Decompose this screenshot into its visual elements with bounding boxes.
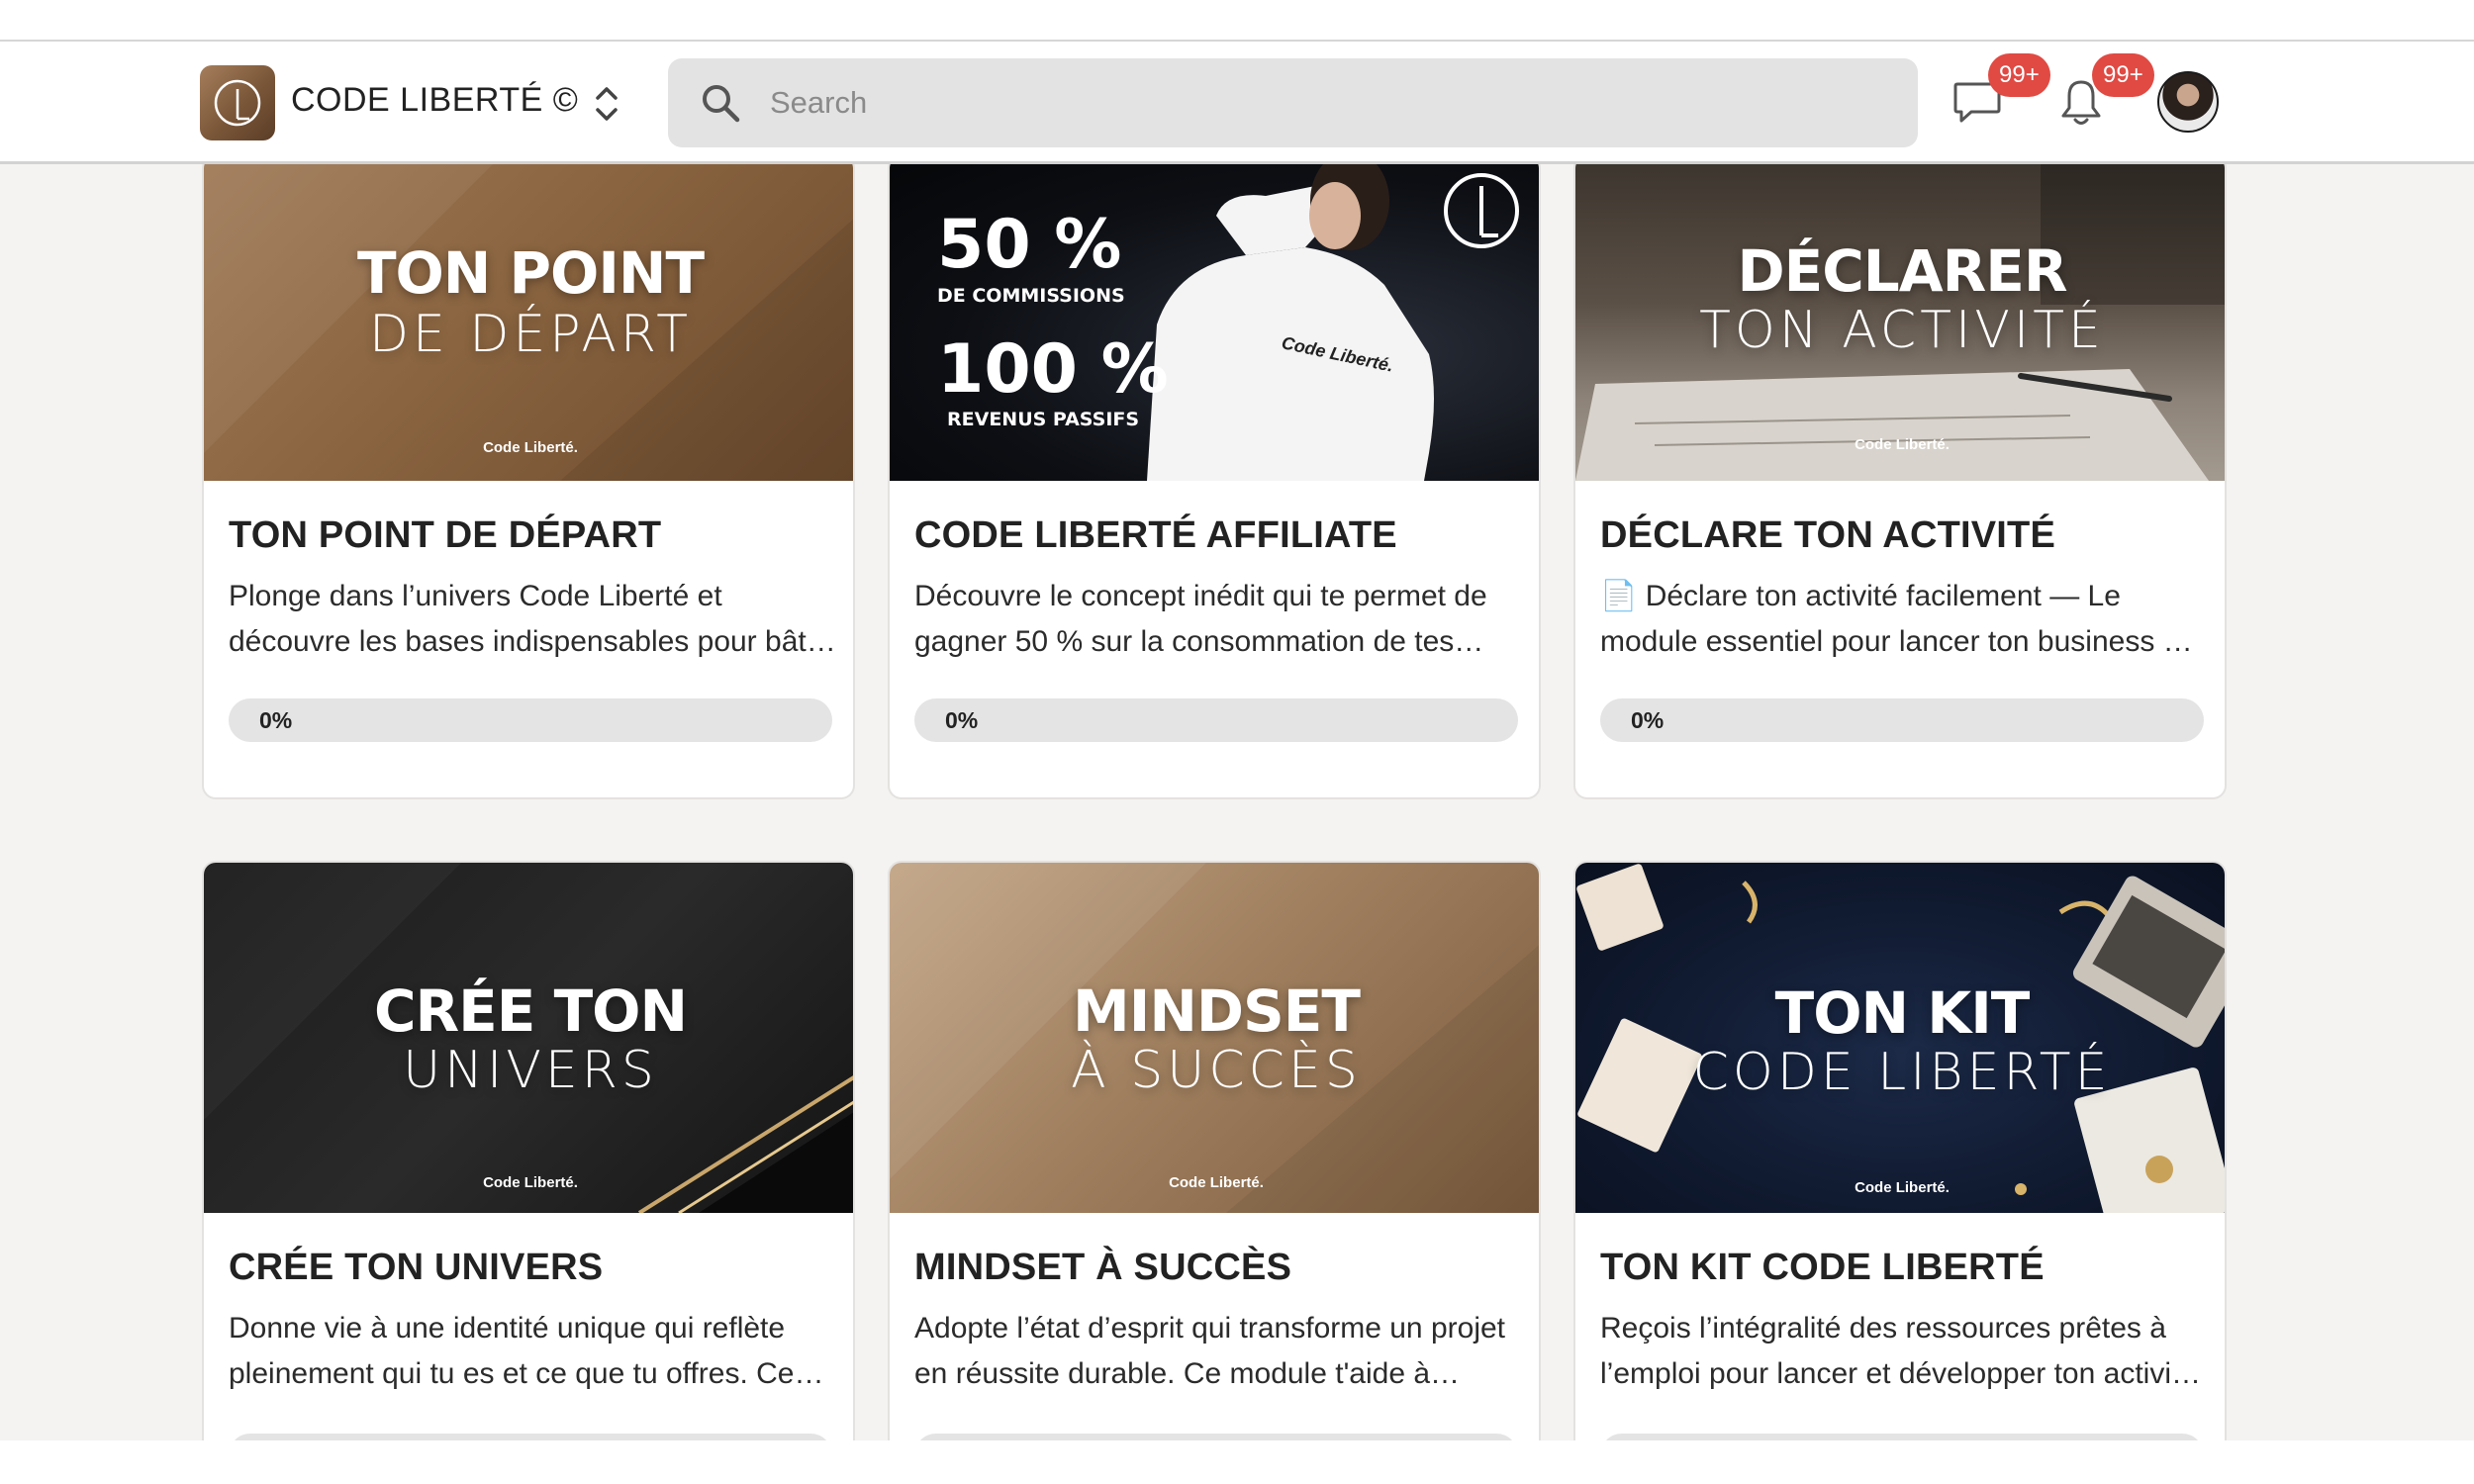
progress-bar <box>914 1434 1518 1440</box>
course-title[interactable]: CRÉE TON UNIVERS <box>229 1247 603 1289</box>
description-line: Reçois l’intégralité des ressources prêt… <box>1600 1312 2166 1345</box>
course-card[interactable]: DÉCLARER TON ACTIVITÉ Code Liberté. DÉCL… <box>1573 164 2227 799</box>
course-title[interactable]: DÉCLARE TON ACTIVITÉ <box>1600 514 2055 557</box>
course-thumbnail: CRÉE TON UNIVERS Code Liberté. <box>204 863 853 1213</box>
passive-percent: 100 % <box>937 330 1169 409</box>
search-icon <box>700 82 741 129</box>
thumb-title: TON KIT <box>1774 979 2031 1047</box>
progress-bar: 0% <box>1600 698 2204 742</box>
thumb-watermark: Code Liberté. <box>483 1174 578 1191</box>
community-switcher-icon[interactable] <box>590 81 623 127</box>
course-thumbnail: MINDSET À SUCCÈS Code Liberté. <box>890 863 1539 1213</box>
progress-bar: 0% <box>914 698 1518 742</box>
course-card[interactable]: TON KIT CODE LIBERTÉ Code Liberté. TON K… <box>1573 861 2227 1440</box>
course-grid: TON POINT DE DÉPART Code Liberté. TON PO… <box>202 164 2227 1440</box>
messages-badge: 99+ <box>1988 53 2050 97</box>
top-strip <box>0 0 2474 42</box>
course-card[interactable]: MINDSET À SUCCÈS Code Liberté. MINDSET À… <box>888 861 1541 1440</box>
thumb-watermark: Code Liberté. <box>1855 1179 1950 1196</box>
brand-logo[interactable] <box>200 65 275 140</box>
course-thumbnail: TON KIT CODE LIBERTÉ Code Liberté. <box>1575 863 2225 1213</box>
course-title[interactable]: MINDSET À SUCCÈS <box>914 1247 1291 1289</box>
course-description: Adopte l’état d’esprit qui transforme un… <box>914 1306 1523 1397</box>
brand-name[interactable]: CODE LIBERTÉ © <box>291 81 578 120</box>
course-card[interactable]: CRÉE TON UNIVERS Code Liberté. CRÉE TON … <box>202 861 855 1440</box>
thumb-subtitle: DE DÉPART <box>368 305 693 364</box>
thumb-title: DÉCLARER <box>1737 237 2067 305</box>
course-description: Découvre le concept inédit qui te permet… <box>914 574 1523 665</box>
search-input[interactable] <box>770 58 1878 147</box>
course-title[interactable]: TON KIT CODE LIBERTÉ <box>1600 1247 2045 1289</box>
description-line: l’emploi pour lancer et développer ton a… <box>1600 1357 2201 1390</box>
bottom-strip <box>0 1440 2474 1484</box>
description-line: découvre les bases indispensables pour b… <box>229 625 836 658</box>
description-line: Donne vie à une identité unique qui refl… <box>229 1312 786 1345</box>
progress-label: 0% <box>1631 707 1665 733</box>
thumb-subtitle: TON ACTIVITÉ <box>1699 301 2105 360</box>
thumb-subtitle: À SUCCÈS <box>1071 1041 1362 1100</box>
thumb-subtitle: CODE LIBERTÉ <box>1692 1043 2112 1102</box>
course-title[interactable]: TON POINT DE DÉPART <box>229 514 661 557</box>
notifications-badge: 99+ <box>2092 53 2154 97</box>
thumb-title: TON POINT <box>356 239 705 307</box>
progress-bar <box>1600 1434 2204 1440</box>
commission-percent: 50 % <box>937 206 1122 284</box>
progress-bar: 0% <box>229 698 832 742</box>
description-line: en réussite durable. Ce module t'aide à… <box>914 1357 1461 1390</box>
course-thumbnail: TON POINT DE DÉPART Code Liberté. <box>204 164 853 481</box>
course-description: Plonge dans l’univers Code Liberté et dé… <box>229 574 837 665</box>
course-description: Donne vie à une identité unique qui refl… <box>229 1306 837 1397</box>
course-thumbnail: DÉCLARER TON ACTIVITÉ Code Liberté. <box>1575 164 2225 481</box>
app-header: CODE LIBERTÉ © 99+ 99+ <box>0 42 2474 164</box>
description-line: 📄 Déclare ton activité facilement — Le <box>1600 580 2121 612</box>
course-thumbnail: 50 % DE COMMISSIONS 100 % REVENUS PASSIF… <box>890 164 1539 481</box>
description-line: Adopte l’état d’esprit qui transforme un… <box>914 1312 1505 1345</box>
description-line: Découvre le concept inédit qui te permet… <box>914 580 1487 612</box>
thumb-subtitle: UNIVERS <box>403 1041 658 1100</box>
course-card[interactable]: TON POINT DE DÉPART Code Liberté. TON PO… <box>202 164 855 799</box>
description-line: Plonge dans l’univers Code Liberté et <box>229 580 722 612</box>
description-line: gagner 50 % sur la consommation de tes… <box>914 625 1484 658</box>
description-line: module essentiel pour lancer ton busines… <box>1600 625 2193 658</box>
passive-label: REVENUS PASSIFS <box>947 409 1140 430</box>
course-card[interactable]: 50 % DE COMMISSIONS 100 % REVENUS PASSIF… <box>888 164 1541 799</box>
course-description: Reçois l’intégralité des ressources prêt… <box>1600 1306 2209 1397</box>
description-line: pleinement qui tu es et ce que tu offres… <box>229 1357 824 1390</box>
course-title[interactable]: CODE LIBERTÉ AFFILIATE <box>914 514 1397 557</box>
progress-label: 0% <box>259 707 293 733</box>
progress-bar <box>229 1434 832 1440</box>
thumb-watermark: Code Liberté. <box>483 439 578 456</box>
thumb-title: CRÉE TON <box>373 977 688 1045</box>
progress-label: 0% <box>945 707 979 733</box>
thumb-watermark: Code Liberté. <box>1169 1174 1264 1191</box>
user-avatar[interactable] <box>2157 71 2219 133</box>
thumb-watermark: Code Liberté. <box>1855 436 1950 453</box>
search-bar[interactable] <box>668 58 1918 147</box>
thumb-title: MINDSET <box>1073 977 1361 1045</box>
course-description: 📄 Déclare ton activité facilement — Le m… <box>1600 574 2209 665</box>
commission-label: DE COMMISSIONS <box>937 285 1125 307</box>
